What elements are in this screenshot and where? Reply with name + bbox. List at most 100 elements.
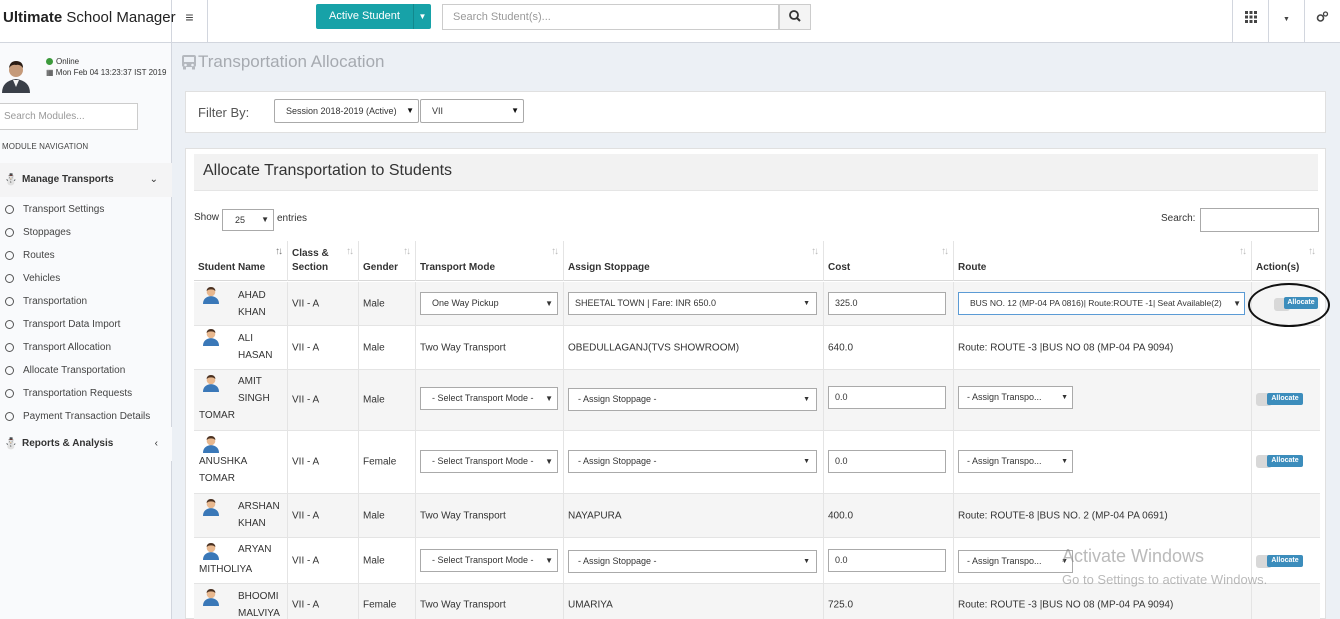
table-row: BHOOMI MALVIYA VII - A Female Two Way Tra… — [194, 584, 1320, 619]
transport-mode-select[interactable]: - Select Transport Mode - ▼ — [420, 450, 558, 473]
assign-stoppage-select[interactable]: - Assign Stoppage - ▼ — [568, 550, 817, 573]
col-class-section[interactable]: Class & Section ↑↓ — [288, 241, 359, 281]
filter-panel: Filter By: Session 2018-2019 (Active) ▼ V… — [185, 91, 1326, 133]
cell-mode: - Select Transport Mode - ▼ — [416, 538, 564, 583]
route-value: Route: ROUTE -3 |BUS NO 08 (MP-04 PA 909… — [958, 342, 1174, 353]
transport-mode-select[interactable]: - Select Transport Mode - ▼ — [420, 549, 558, 572]
allocate-button[interactable]: Allocate — [1267, 555, 1303, 567]
cost-input[interactable]: 325.0 — [828, 292, 946, 315]
col-student-name[interactable]: Student Name ↑↓ — [194, 241, 288, 281]
col-route[interactable]: Route ↑↓ — [954, 241, 1252, 281]
caret-down-icon[interactable]: ▼ — [413, 4, 431, 29]
cost-value: 640.0 — [828, 342, 854, 353]
student-name-line2: MITHOLIYA — [199, 564, 253, 575]
cost-input[interactable]: 0.0 — [828, 386, 946, 409]
user-menu-caret-icon[interactable]: ▼ — [1268, 0, 1304, 42]
page-title: Transportation Allocation — [181, 50, 384, 74]
sidebar-item-transportation-requests[interactable]: Transportation Requests — [0, 382, 172, 405]
caret-down-icon: ▼ — [1061, 387, 1068, 408]
sidebar-item-transportation[interactable]: Transportation — [0, 290, 172, 313]
page-title-text: Transportation Allocation — [198, 52, 385, 71]
session-select[interactable]: Session 2018-2019 (Active) ▼ — [274, 99, 419, 123]
assign-stoppage-select[interactable]: - Assign Stoppage - ▼ — [568, 388, 817, 411]
circle-icon — [5, 412, 14, 421]
assign-stoppage-select[interactable]: - Assign Stoppage - ▼ — [568, 450, 817, 473]
app-brand[interactable]: Ultimate School Manager — [0, 0, 176, 42]
bus-icon — [182, 55, 196, 70]
cell-stoppage: SHEETAL TOWN | Fare: INR 650.0 ▼ — [564, 282, 824, 325]
cell-class: VII - A — [288, 326, 359, 369]
student-avatar-icon — [203, 589, 219, 606]
col-label: Student Name — [198, 262, 266, 273]
allocate-button[interactable]: Allocate — [1267, 393, 1303, 405]
sidebar-item-allocate-transportation[interactable]: Allocate Transportation — [0, 359, 172, 382]
col-transport-mode[interactable]: Transport Mode ↑↓ — [416, 241, 564, 281]
select-value: - Select Transport Mode - — [432, 393, 534, 403]
sidebar-toggle-icon[interactable]: ≡ — [172, 0, 208, 42]
cell-cost: 325.0 — [824, 282, 954, 325]
top-navbar: Ultimate School Manager ≡ Active Student… — [0, 0, 1340, 43]
settings-cogs-icon[interactable] — [1304, 0, 1340, 42]
route-select[interactable]: - Assign Transpo... ▼ — [958, 386, 1073, 409]
col-label: Action(s) — [1256, 262, 1300, 273]
menu-group-reports-analysis[interactable]: ⛄ Reports & Analysis ‹ — [0, 427, 172, 461]
cell-route: - Assign Transpo... ▼ — [954, 370, 1252, 430]
sidebar-item-label: Transportation — [23, 296, 88, 307]
active-student-label: Active Student — [329, 10, 400, 22]
route-select[interactable]: - Assign Transpo... ▼ — [958, 550, 1073, 573]
transport-mode-select[interactable]: - Select Transport Mode - ▼ — [420, 387, 558, 410]
chevron-left-icon: ‹ — [154, 438, 158, 449]
assign-stoppage-select[interactable]: SHEETAL TOWN | Fare: INR 650.0 ▼ — [568, 292, 817, 315]
sidebar-item-vehicles[interactable]: Vehicles — [0, 267, 172, 290]
cell-action: Allocate — [1252, 370, 1320, 430]
class-value: VII - A — [292, 394, 320, 406]
caret-down-icon: ▼ — [406, 106, 414, 115]
student-avatar-icon — [203, 499, 219, 516]
sidebar-item-label: Allocate Transportation — [23, 365, 126, 376]
cell-class: VII - A — [288, 584, 359, 619]
transport-mode-select[interactable]: One Way Pickup ▼ — [420, 292, 558, 315]
sidebar-item-label: Vehicles — [23, 273, 61, 284]
sidebar-item-transport-data-import[interactable]: Transport Data Import — [0, 313, 172, 336]
route-select[interactable]: - Assign Transpo... ▼ — [958, 450, 1073, 473]
apps-grid-icon[interactable] — [1232, 0, 1268, 42]
allocate-button[interactable]: Allocate — [1267, 455, 1303, 467]
cell-action — [1252, 326, 1320, 369]
sidebar-item-routes[interactable]: Routes — [0, 244, 172, 267]
col-cost[interactable]: Cost ↑↓ — [824, 241, 954, 281]
entries-length-select[interactable]: 25 ▼ — [222, 209, 274, 231]
sidebar-item-stoppages[interactable]: Stoppages — [0, 221, 172, 244]
mode-value: Two Way Transport — [420, 342, 506, 353]
search-modules-input[interactable]: Search Modules... — [0, 103, 138, 130]
cell-gender: Male — [359, 370, 416, 430]
table-row: ARSHAN KHAN VII - A Male Two Way Transpor… — [194, 494, 1320, 538]
cell-gender: Female — [359, 584, 416, 619]
sidebar-item-transport-allocation[interactable]: Transport Allocation — [0, 336, 172, 359]
menu-group-manage-transports[interactable]: ⛄ Manage Transports ⌄ — [0, 163, 172, 197]
route-select[interactable]: BUS NO. 12 (MP-04 PA 0816)| Route:ROUTE … — [958, 292, 1245, 315]
search-button[interactable] — [779, 4, 811, 30]
col-gender[interactable]: Gender ↑↓ — [359, 241, 416, 281]
col-assign-stoppage[interactable]: Assign Stoppage ↑↓ — [564, 241, 824, 281]
col-actions[interactable]: Action(s) ↑↓ — [1252, 241, 1320, 281]
table-row: AMIT SINGH TOMAR VII - A Male - Select Tr… — [194, 370, 1320, 431]
class-value: VII - A — [292, 298, 320, 309]
cost-input[interactable]: 0.0 — [828, 450, 946, 473]
active-student-button[interactable]: Active Student ▼ — [316, 4, 431, 29]
class-select[interactable]: VII ▼ — [420, 99, 524, 123]
class-value: VII - A — [292, 510, 320, 521]
col-label: Route — [958, 262, 987, 273]
col-label: Gender — [363, 262, 399, 273]
circle-icon — [5, 228, 14, 237]
table-search-input[interactable] — [1200, 208, 1319, 232]
student-avatar-icon — [203, 543, 219, 560]
name-part: KHAN — [238, 307, 266, 318]
sidebar-item-transport-settings[interactable]: Transport Settings — [0, 198, 172, 221]
select-value: BUS NO. 12 (MP-04 PA 0816)| Route:ROUTE … — [970, 298, 1222, 308]
cell-cost: 640.0 — [824, 326, 954, 369]
cost-input[interactable]: 0.0 — [828, 549, 946, 572]
caret-down-icon: ▼ — [511, 106, 519, 115]
sidebar-item-payment-transaction-details[interactable]: Payment Transaction Details — [0, 405, 172, 428]
search-student-input[interactable]: Search Student(s)... — [442, 4, 779, 30]
datetime-text: Mon Feb 04 13:23:37 IST 2019 — [55, 68, 167, 77]
